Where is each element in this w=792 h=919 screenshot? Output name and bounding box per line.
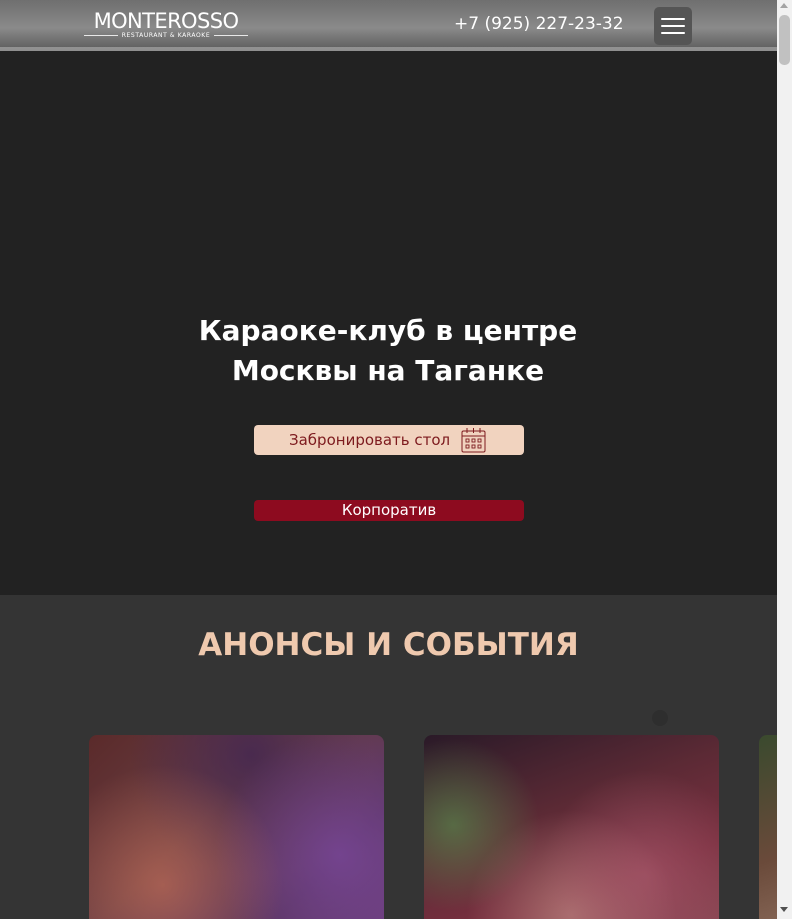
- scroll-down-arrow-icon[interactable]: [780, 907, 788, 912]
- slider-dot[interactable]: [652, 710, 668, 726]
- event-card[interactable]: [424, 735, 719, 919]
- site-header: MONTEROSSO RESTAURANT & KARAOKE +7 (925)…: [0, 0, 777, 51]
- logo-divider-left: [84, 35, 118, 36]
- events-section: АНОНСЫ И СОБЫТИЯ: [0, 595, 792, 919]
- scroll-up-arrow-icon[interactable]: [780, 3, 788, 8]
- events-title: АНОНСЫ И СОБЫТИЯ: [198, 627, 579, 663]
- burger-line: [661, 32, 685, 34]
- book-table-label: Забронировать стол: [289, 431, 451, 449]
- calendar-icon: [461, 428, 486, 453]
- hero-title: Караоке-клуб в центре Москвы на Таганке: [188, 311, 588, 391]
- hero-section: Караоке-клуб в центре Москвы на Таганке …: [0, 51, 777, 595]
- logo-tagline-text: RESTAURANT & KARAOKE: [121, 32, 211, 39]
- hero-title-line: Москвы на Таганке: [231, 354, 545, 387]
- event-card[interactable]: [89, 735, 384, 919]
- hero-title-line: Караоке-клуб в центре: [198, 314, 578, 347]
- burger-line: [661, 25, 685, 27]
- phone-link[interactable]: +7 (925) 227-23-32: [454, 12, 624, 36]
- logo-wordmark: MONTEROSSO: [93, 9, 239, 33]
- logo-tagline: RESTAURANT & KARAOKE: [82, 32, 250, 40]
- burger-line: [661, 18, 685, 20]
- burger-menu-icon[interactable]: [654, 7, 692, 45]
- page-scrollbar[interactable]: [777, 0, 792, 919]
- book-table-button[interactable]: Забронировать стол: [254, 425, 524, 455]
- monterosso-logo[interactable]: MONTEROSSO RESTAURANT & KARAOKE: [82, 9, 250, 41]
- scrollbar-thumb[interactable]: [779, 15, 790, 65]
- logo-divider-right: [214, 35, 248, 36]
- corporate-button[interactable]: Корпоратив: [254, 500, 524, 521]
